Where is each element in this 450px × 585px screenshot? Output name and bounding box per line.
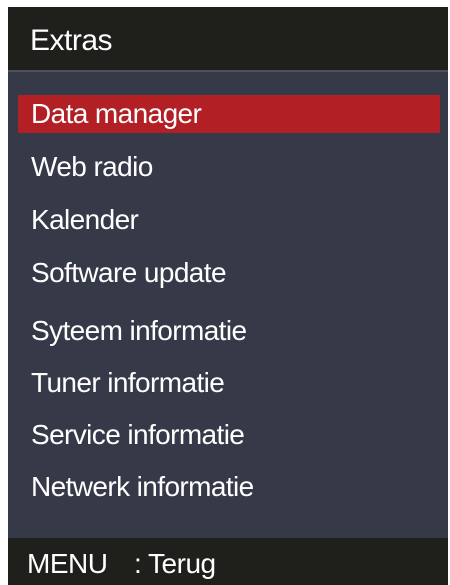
menu-item-data-manager[interactable]: Data manager	[18, 95, 440, 133]
menu-item-label: Syteem informatie	[31, 315, 247, 346]
page-title: Extras	[30, 24, 113, 57]
menu-item-tuner-informatie[interactable]: Tuner informatie	[18, 364, 440, 402]
title-bar: Extras	[8, 7, 448, 72]
menu-item-label: Data manager	[31, 98, 202, 129]
menu-item-software-update[interactable]: Software update	[18, 254, 440, 292]
menu-item-label: Web radio	[31, 151, 153, 182]
extras-screen: Extras Data manager Web radio Kalender S…	[8, 7, 448, 585]
menu-item-kalender[interactable]: Kalender	[18, 201, 440, 239]
menu-item-label: Netwerk informatie	[31, 471, 254, 502]
menu-item-label: Kalender	[31, 204, 139, 235]
menu-item-netwerk-informatie[interactable]: Netwerk informatie	[18, 468, 440, 506]
menu-item-systeem-informatie[interactable]: Syteem informatie	[18, 312, 440, 350]
menu-item-web-radio[interactable]: Web radio	[18, 148, 440, 186]
menu-item-label: Software update	[31, 257, 227, 288]
back-hint: : Terug	[134, 548, 216, 579]
footer-bar: MENU : Terug	[8, 538, 448, 585]
menu-item-label: Tuner informatie	[31, 367, 225, 398]
menu-key-hint: MENU	[27, 548, 108, 579]
menu-item-label: Service informatie	[31, 419, 245, 450]
menu-item-service-informatie[interactable]: Service informatie	[18, 416, 440, 454]
